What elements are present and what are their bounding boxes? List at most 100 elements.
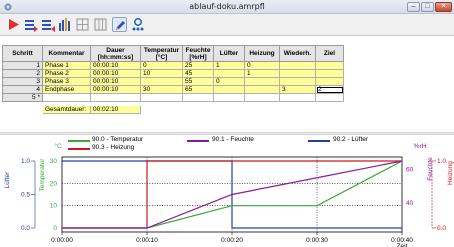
heizung-tick-label: 0.0: [437, 225, 446, 232]
cell-kommentar[interactable]: Endphase: [42, 85, 91, 94]
col-header-ziel[interactable]: Ziel: [315, 45, 344, 62]
maximize-button[interactable]: □: [421, 2, 434, 12]
cell-heizung[interactable]: [244, 85, 280, 94]
col-header-temperatur[interactable]: Temperatur [°C]: [140, 45, 183, 62]
cell-empty[interactable]: [140, 93, 183, 102]
new-row-marker[interactable]: 5 *: [2, 93, 43, 102]
heizung-axis-label: Heizung: [447, 161, 454, 185]
temperatur-tick-label: 10: [50, 203, 58, 210]
cell-heizung[interactable]: 1: [244, 69, 280, 78]
cell-feuchte[interactable]: 45: [182, 69, 214, 78]
cell-temperatur[interactable]: 30: [140, 85, 183, 94]
cell-empty[interactable]: [315, 93, 344, 102]
search-people-button[interactable]: [131, 17, 146, 32]
col-header-feuchte[interactable]: Feuchte [%rH]: [182, 45, 214, 62]
row-number[interactable]: 3: [2, 77, 43, 86]
cell-empty[interactable]: [244, 93, 280, 102]
cell-temperatur[interactable]: [140, 77, 183, 86]
total-label: Gesamtdauer:: [42, 105, 91, 114]
lufter-axis-label: Lüfter: [4, 171, 11, 188]
cell-luefter[interactable]: 0: [213, 77, 245, 86]
grid-disabled-2-button[interactable]: [93, 17, 108, 32]
grid-disabled-2-icon: [94, 18, 107, 31]
temperatur-tick-label: 30: [50, 158, 58, 165]
col-header-wiederh[interactable]: Wiederh.: [279, 45, 316, 62]
row-number[interactable]: 1: [2, 61, 43, 70]
x-tick-label: 0:00:00: [51, 237, 73, 244]
insert-rows-button[interactable]: [23, 17, 38, 32]
temperatur-tick-label: 20: [50, 180, 58, 187]
chart-bars-button[interactable]: [57, 17, 72, 32]
cell-luefter[interactable]: 1: [213, 61, 245, 70]
cell-empty[interactable]: [182, 93, 214, 102]
run-icon: [9, 19, 19, 30]
minimize-button[interactable]: –: [407, 2, 420, 12]
cell-dauer[interactable]: 00:00:10: [90, 61, 141, 70]
cell-dauer[interactable]: 00:00:10: [90, 77, 141, 86]
insert-rows-icon: [25, 20, 38, 32]
cell-wiederh[interactable]: [279, 61, 316, 70]
col-header-heizung[interactable]: Heizung: [244, 45, 280, 62]
feuchte-tick-label: 40: [406, 200, 414, 207]
cell-ziel[interactable]: [315, 77, 344, 86]
x-tick-label: 0:00:30: [306, 237, 328, 244]
cell-empty[interactable]: [279, 93, 316, 102]
edit-pencil-icon: [116, 21, 125, 30]
run-button[interactable]: [6, 17, 21, 32]
cell-heizung[interactable]: [244, 77, 280, 86]
cell-dauer[interactable]: 00:00:10: [90, 69, 141, 78]
table-row: 1 Phase 1 00:00:10 0 25 1 0: [2, 61, 344, 70]
lufter-tick-label: 0.5: [21, 192, 30, 199]
temperatur-tick-label: 0: [53, 225, 57, 232]
program-table: Schritt Kommentar Dauer [hh:mm:ss] Temper…: [0, 45, 454, 133]
col-header-kommentar[interactable]: Kommentar: [42, 45, 91, 62]
col-header-luefter[interactable]: Lüfter: [213, 45, 245, 62]
cell-feuchte[interactable]: 55: [182, 77, 214, 86]
row-number[interactable]: 4: [2, 85, 43, 94]
table-row: 2 Phase 2 00:00:10 10 45 1: [2, 69, 344, 78]
profile-chart: 90.0 - Temperatur 90.1 - Feuchte 90.2 - …: [0, 135, 454, 247]
total-value: 00:02:10: [90, 105, 141, 114]
cell-temperatur[interactable]: 10: [140, 69, 183, 78]
cell-wiederh[interactable]: 3: [279, 85, 316, 94]
lufter-tick-label: 0.0: [21, 225, 30, 232]
col-header-dauer[interactable]: Dauer [hh:mm:ss]: [90, 45, 141, 62]
cell-luefter[interactable]: [213, 85, 245, 94]
cell-kommentar[interactable]: Phase 1: [42, 61, 91, 70]
cell-feuchte[interactable]: 25: [182, 61, 214, 70]
edit-button[interactable]: [112, 17, 127, 32]
cell-heizung[interactable]: 0: [244, 61, 280, 70]
delete-rows-button[interactable]: [40, 17, 55, 32]
cell-dauer[interactable]: 00:00:10: [90, 85, 141, 94]
cell-temperatur[interactable]: 0: [140, 61, 183, 70]
cell-ziel-editing[interactable]: 2: [315, 85, 344, 94]
feuchte-tick-label: 60: [406, 166, 414, 173]
close-button[interactable]: ✕: [435, 2, 452, 12]
window-title: ablauf-doku.amrpfl: [189, 2, 265, 11]
cell-empty[interactable]: [42, 93, 91, 102]
cell-empty[interactable]: [90, 93, 141, 102]
col-header-schritt[interactable]: Schritt: [2, 45, 43, 62]
cell-feuchte[interactable]: 65: [182, 85, 214, 94]
table-row: 4 Endphase 00:00:10 30 65 3 2: [2, 85, 344, 94]
chart-bars-icon: [59, 18, 70, 31]
cell-wiederh[interactable]: [279, 69, 316, 78]
cell-kommentar[interactable]: Phase 3: [42, 77, 91, 86]
heizung-tick-label: 1.0: [437, 158, 446, 165]
cell-kommentar[interactable]: Phase 2: [42, 69, 91, 78]
cell-wiederh[interactable]: [279, 77, 316, 86]
search-people-icon: [132, 18, 144, 31]
row-number[interactable]: 2: [2, 69, 43, 78]
x-tick-label: 0:00:20: [221, 237, 243, 244]
new-row: 5 *: [2, 93, 344, 102]
cell-luefter[interactable]: [213, 69, 245, 78]
grid-disabled-icon: [76, 18, 89, 31]
table-row: 3 Phase 3 00:00:10 55 0: [2, 77, 344, 86]
cell-ziel[interactable]: [315, 69, 344, 78]
feuchte-unit-label: %rH: [414, 143, 427, 150]
temperatur-unit-label: °C: [54, 142, 62, 150]
cell-ziel[interactable]: [315, 61, 344, 70]
temperatur-axis-label: Temperatur: [39, 158, 46, 192]
grid-disabled-button[interactable]: [75, 17, 90, 32]
cell-empty[interactable]: [213, 93, 245, 102]
